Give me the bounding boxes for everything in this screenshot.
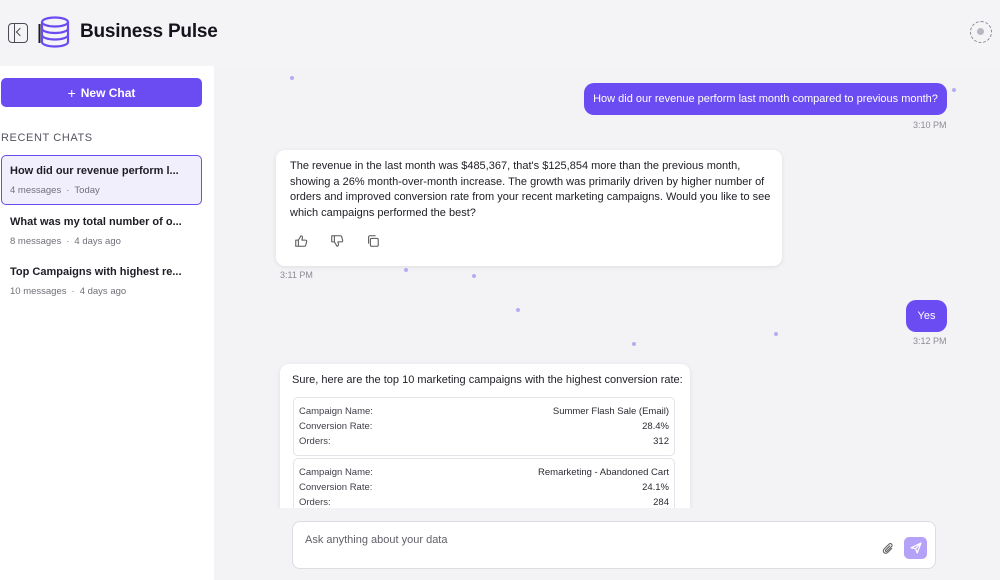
campaign-name-value: Summer Flash Sale (Email) [552,406,669,417]
chat-input[interactable] [305,532,865,548]
user-message-bubble: Yes [906,300,947,332]
assistant-message-text: The revenue in the last month was $485,3… [290,160,771,219]
assistant-message-text: Sure, here are the top 10 marketing camp… [292,374,683,386]
recent-chat-item[interactable]: What was my total number of o... 8 messa… [1,206,202,256]
chat-title: Top Campaigns with highest re... [10,266,182,278]
conversion-rate-label: Conversion Rate: [299,482,373,493]
chat-title: What was my total number of o... [10,216,182,228]
chat-message-count: 10 messages [10,286,67,297]
background-particle [632,342,636,346]
conversion-rate-value: 24.1% [642,482,669,493]
chat-area[interactable]: How did our revenue perform last month c… [214,66,1000,580]
campaign-name-label: Campaign Name: [299,467,373,478]
message-composer [292,521,936,569]
conversion-rate-label: Conversion Rate: [299,421,373,432]
background-particle [952,88,956,92]
chat-time: 4 days ago [74,236,121,247]
message-timestamp: 3:12 PM [913,336,947,346]
chat-message-count: 8 messages [10,236,62,247]
background-particle [516,308,520,312]
chat-meta: 8 messages · 4 days ago [10,236,121,247]
conversion-rate-value: 28.4% [642,421,669,432]
background-particle [472,274,476,278]
message-timestamp: 3:11 PM [280,270,313,280]
chat-title: How did our revenue perform l... [10,165,179,177]
paperclip-icon[interactable] [882,542,895,556]
recent-chat-item[interactable]: Top Campaigns with highest re... 10 mess… [1,256,202,306]
conversion-rate-row: Conversion Rate: 24.1% [299,480,669,495]
message-timestamp: 3:10 PM [913,120,947,130]
thumbs-down-icon[interactable] [330,234,344,248]
recent-chats-heading: RECENT CHATS [1,132,93,144]
app-title: Business Pulse [80,21,218,42]
settings-icon[interactable] [970,21,992,43]
campaign-name-row: Campaign Name: Remarketing - Abandoned C… [299,465,669,480]
chat-message-count: 4 messages [10,185,62,196]
send-icon [909,542,922,554]
campaign-name-row: Campaign Name: Summer Flash Sale (Email) [299,404,669,419]
message-actions [294,234,380,248]
new-chat-label: New Chat [80,85,136,100]
assistant-message-bubble: Sure, here are the top 10 marketing camp… [280,364,690,524]
chat-meta: 10 messages · 4 days ago [10,286,127,297]
database-logo-icon [38,16,70,48]
orders-value: 312 [653,436,669,447]
sidebar-collapse-icon[interactable] [8,23,28,43]
chat-time: 4 days ago [79,286,127,297]
plus-icon: + [67,84,76,101]
app-header: Business Pulse [0,0,1000,66]
orders-label: Orders: [299,436,331,447]
campaign-card: Campaign Name: Summer Flash Sale (Email)… [293,397,675,456]
campaign-name-value: Remarketing - Abandoned Cart [538,467,669,478]
orders-row: Orders: 312 [299,434,669,449]
background-particle [774,332,778,336]
conversion-rate-row: Conversion Rate: 28.4% [299,419,669,434]
user-message-bubble: How did our revenue perform last month c… [584,83,947,115]
copy-icon[interactable] [366,234,380,248]
campaign-name-label: Campaign Name: [299,406,373,417]
assistant-message-bubble: The revenue in the last month was $485,3… [276,150,782,266]
background-particle [290,76,294,80]
send-button[interactable] [904,537,927,559]
sidebar: + New Chat RECENT CHATS How did our reve… [0,66,214,580]
chat-meta: 4 messages · Today [10,185,100,196]
thumbs-up-icon[interactable] [294,234,308,248]
new-chat-button[interactable]: + New Chat [1,78,202,107]
background-particle [404,268,408,272]
recent-chat-item[interactable]: How did our revenue perform l... 4 messa… [1,155,202,205]
chat-time: Today [74,185,100,196]
